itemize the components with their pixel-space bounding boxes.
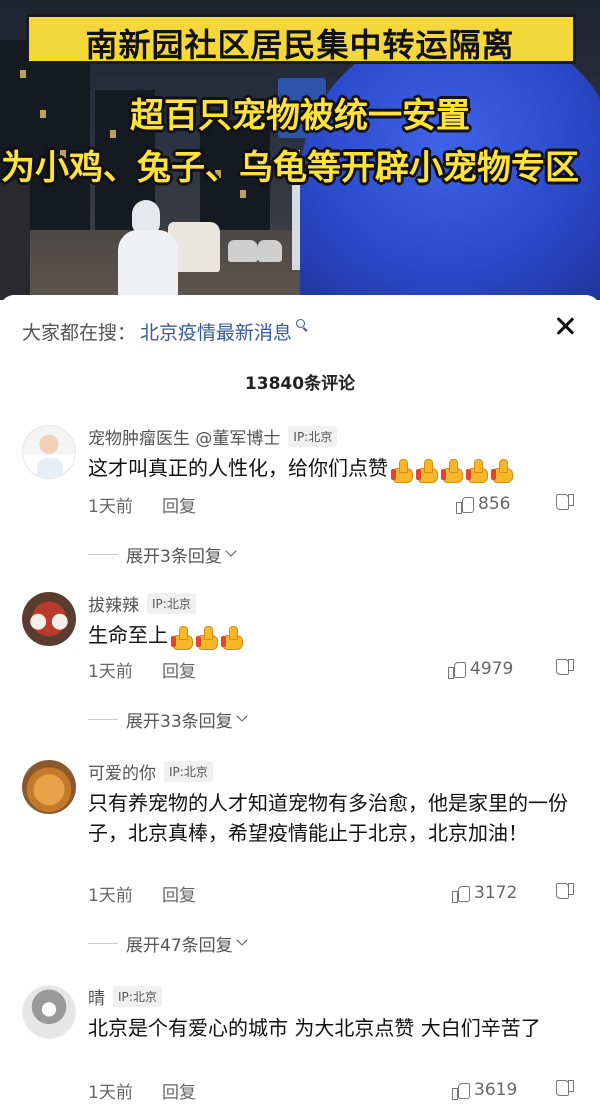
close-button[interactable]: [552, 313, 578, 339]
like-count: 3172: [474, 883, 518, 903]
ip-location-badge: IP:北京: [288, 425, 338, 447]
like-icon: [452, 1081, 470, 1100]
avatar[interactable]: [22, 592, 76, 646]
reply-button[interactable]: 回复: [162, 492, 196, 517]
like-icon: [456, 495, 474, 514]
like-button[interactable]: 3619: [452, 1079, 517, 1101]
video-player[interactable]: 南新园社区居民集中转运隔离 超百只宠物被统一安置 为小鸡、兔子、乌龟等开辟小宠物…: [0, 0, 600, 300]
trending-search-prefix: 大家都在搜：: [22, 321, 137, 344]
comment-sheet: 大家都在搜： 北京疫情最新消息 13840条评论 宠物肿瘤医生 @董军博士 IP…: [0, 295, 600, 1117]
ip-location-badge: IP:北京: [113, 985, 162, 1007]
thumbs-up-icon: [416, 458, 438, 483]
divider-line: [88, 553, 118, 555]
reply-button[interactable]: 回复: [162, 657, 196, 682]
comment-time: 1天前: [88, 661, 133, 682]
comment-text-content: 生命至上: [88, 623, 168, 647]
comment-author[interactable]: 晴: [88, 984, 105, 1009]
dislike-icon[interactable]: [556, 493, 576, 513]
person-silhouette: [0, 180, 30, 300]
expand-replies-label: 展开33条回复: [126, 711, 233, 732]
comment-text-content: 这才叫真正的人性化，给你们点赞: [88, 456, 388, 480]
thumbs-up-icon: [196, 625, 218, 650]
comment-author[interactable]: 拔辣辣: [88, 591, 139, 616]
like-icon: [448, 660, 466, 679]
comment-text: 这才叫真正的人性化，给你们点赞: [88, 453, 578, 483]
video-subtitle-1: 超百只宠物被统一安置: [130, 96, 470, 136]
reply-button[interactable]: 回复: [162, 881, 196, 906]
thumbs-up-icon: [171, 625, 193, 650]
trending-search-query[interactable]: 北京疫情最新消息: [140, 318, 292, 345]
comment-text: 只有养宠物的人才知道宠物有多治愈，他是家里的一份子，北京真棒，希望疫情能止于北京…: [88, 791, 568, 845]
chevron-down-icon: [235, 710, 248, 722]
chevron-down-icon: [225, 545, 237, 557]
thumbs-up-emoji-group: [388, 458, 513, 483]
trending-search[interactable]: 大家都在搜： 北京疫情最新消息: [22, 317, 308, 345]
like-count: 3619: [474, 1080, 518, 1100]
video-title: 南新园社区居民集中转运隔离: [85, 26, 515, 64]
parked-car: [228, 240, 258, 262]
expand-replies[interactable]: 展开47条回复: [88, 932, 248, 956]
comment-time: 1天前: [88, 885, 133, 906]
avatar[interactable]: [22, 985, 76, 1039]
like-button[interactable]: 4979: [448, 658, 513, 680]
parked-car: [258, 240, 282, 262]
thumbs-up-icon: [466, 458, 488, 483]
like-count: 4979: [470, 659, 514, 679]
thumbs-up-icon: [441, 458, 463, 483]
comment-author[interactable]: 可爱的你: [88, 759, 156, 784]
ip-location-badge: IP:北京: [147, 592, 196, 614]
like-count: 856: [478, 494, 511, 514]
like-button[interactable]: 3172: [452, 882, 517, 904]
expand-replies-label: 展开47条回复: [126, 935, 233, 956]
thumbs-up-icon: [391, 458, 413, 483]
dislike-icon[interactable]: [556, 1079, 576, 1099]
expand-replies[interactable]: 展开33条回复: [88, 708, 248, 732]
chevron-down-icon: [235, 934, 248, 946]
divider-line: [88, 942, 118, 944]
avatar[interactable]: [22, 425, 76, 479]
thumbs-up-icon: [491, 458, 513, 483]
avatar[interactable]: [22, 760, 76, 814]
expand-replies[interactable]: 展开3条回复: [88, 543, 237, 567]
video-subtitle-2: 为小鸡、兔子、乌龟等开辟小宠物专区: [1, 148, 579, 188]
dislike-icon[interactable]: [556, 882, 576, 902]
ip-location-badge: IP:北京: [164, 760, 213, 782]
comment-text: 北京是个有爱心的城市 为大北京点赞 大白们辛苦了: [88, 1016, 541, 1040]
protective-suit-worker: [118, 200, 178, 300]
comment-time: 1天前: [88, 496, 133, 517]
expand-replies-label: 展开3条回复: [126, 546, 222, 567]
comment-text: 生命至上: [88, 620, 578, 650]
like-button[interactable]: 856: [456, 493, 510, 515]
search-icon: [296, 319, 308, 331]
comment-time: 1天前: [88, 1082, 133, 1103]
dislike-icon[interactable]: [556, 658, 576, 678]
comment-author[interactable]: 宠物肿瘤医生 @董军博士: [88, 424, 280, 449]
reply-button[interactable]: 回复: [162, 1078, 196, 1103]
comment-count: 13840条评论: [244, 374, 356, 394]
thumbs-up-icon: [221, 625, 243, 650]
divider-line: [88, 718, 118, 720]
like-icon: [452, 884, 470, 903]
thumbs-up-emoji-group: [168, 625, 243, 650]
